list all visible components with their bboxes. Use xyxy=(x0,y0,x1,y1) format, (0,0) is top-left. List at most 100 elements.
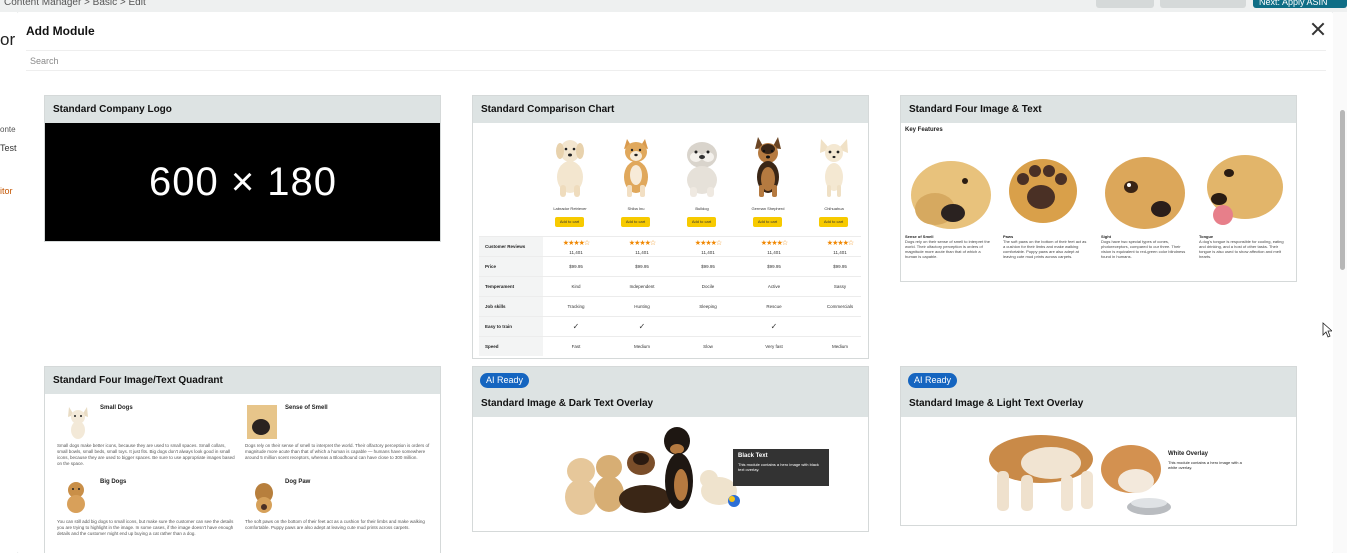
product-name: Chihuahua xyxy=(824,206,844,211)
check-icon: ✓ xyxy=(770,322,778,331)
card-header: Standard Four Image/Text Quadrant xyxy=(45,367,440,394)
speed-cell: Slow xyxy=(703,344,713,349)
comparison-row-temperament: Temperament Kind Independent Docile Acti… xyxy=(479,276,861,296)
module-card-four-image-text-quadrant[interactable]: Standard Four Image/Text Quadrant Small … xyxy=(44,366,441,553)
module-card-image-dark-text-overlay[interactable]: AI Ready Standard Image & Dark Text Over… xyxy=(472,366,869,532)
job-cell: Tracking xyxy=(567,304,585,309)
comparison-row-price: Price $99.95 $99.95 $99.95 $99.95 $99.95 xyxy=(479,256,861,276)
comparison-row-speed: Speed Fast Medium Slow Very fast Medium xyxy=(479,336,861,356)
add-module-modal: Add Module Standard Company Logo 600 × 1… xyxy=(17,12,1333,553)
overlay-text: This module contains a hero image with a… xyxy=(1168,460,1242,470)
comparison-row-easy-to-train: Easy to train ✓ ✓ ✓ xyxy=(479,316,861,336)
product-name: Bulldog xyxy=(695,206,709,211)
add-to-cart-button: Add to cart xyxy=(555,217,584,227)
module-card-four-image-text[interactable]: Standard Four Image & Text Key Features xyxy=(900,95,1297,282)
feature-caption: Paws The soft paws on the bottom of their… xyxy=(1003,234,1089,259)
job-cell: Hunting xyxy=(634,304,650,309)
row-label: Temperament xyxy=(479,277,543,296)
temperament-cell: Independent xyxy=(629,284,655,289)
background-fragment: onte xyxy=(0,125,16,134)
review-cell: ★★★★☆ 11,401 xyxy=(675,237,741,257)
speed-cell: Medium xyxy=(831,344,848,349)
module-card-image-light-text-overlay[interactable]: AI Ready Standard Image & Light Text Ove… xyxy=(900,366,1297,526)
close-icon[interactable] xyxy=(1309,20,1327,38)
background-left-panel: or onte Test itor xyxy=(0,12,17,553)
check-icon: ✓ xyxy=(572,322,580,331)
background-next-button: Next: Apply ASIN xyxy=(1253,0,1347,8)
light-text-overlay: White Overlay This module contains a her… xyxy=(1163,447,1253,477)
background-header: Content Manager > Basic > Edit Next: App… xyxy=(0,0,1347,12)
rating-stars: ★★★★☆ xyxy=(694,240,722,247)
quadrant-text: Small dogs make better icons, because th… xyxy=(57,443,235,466)
key-features-heading: Key Features xyxy=(905,127,943,133)
temperament-cell: Docile xyxy=(701,284,715,289)
feature-text: The soft paws on the bottom of their fee… xyxy=(1003,239,1087,259)
card-header: AI Ready Standard Image & Dark Text Over… xyxy=(473,367,868,417)
product-name: Shiba Inu xyxy=(627,206,645,211)
bulldog-hero-image xyxy=(989,435,1171,515)
overlay-text: This module contains a hero image with b… xyxy=(738,462,819,472)
feature-caption: Tongue A dog's tongue is responsible for … xyxy=(1199,234,1285,259)
quadrant-title: Big Dogs xyxy=(100,479,127,485)
add-to-cart-button: Add to cart xyxy=(621,217,650,227)
card-title: Standard Four Image/Text Quadrant xyxy=(53,375,223,386)
mouse-cursor-icon xyxy=(1322,322,1332,338)
row-label: Job skills xyxy=(479,297,543,316)
review-count: 11,401 xyxy=(767,250,781,255)
price-cell: $99.95 xyxy=(833,264,847,269)
small-dog-image xyxy=(68,407,88,439)
card-header: AI Ready Standard Image & Light Text Ove… xyxy=(901,367,1296,417)
feature-text: A dog's tongue is responsible for coolin… xyxy=(1199,239,1284,259)
modal-title: Add Module xyxy=(26,24,95,38)
price-cell: $99.95 xyxy=(635,264,649,269)
price-cell: $99.95 xyxy=(767,264,781,269)
speed-cell: Fast xyxy=(571,344,581,349)
comparison-row-job-skills: Job skills Tracking Hunting Sleeping Res… xyxy=(479,296,861,316)
feature-text: Dogs rely on their sense of smell to int… xyxy=(905,239,990,259)
review-count: 11,401 xyxy=(701,250,715,255)
temperament-cell: Kind xyxy=(571,284,581,289)
temperament-cell: Sassy xyxy=(833,284,847,289)
page-scrollbar[interactable] xyxy=(1340,110,1345,270)
rating-stars: ★★★★☆ xyxy=(562,240,590,247)
card-title: Standard Image & Light Text Overlay xyxy=(909,398,1084,409)
big-dog-image xyxy=(67,482,85,513)
product-name: German Shepherd xyxy=(751,206,785,211)
search-input[interactable] xyxy=(26,50,1326,71)
quadrant-title: Small Dogs xyxy=(100,405,133,411)
row-label: Speed xyxy=(479,337,543,356)
overlay-title: Black Text xyxy=(738,453,768,459)
review-cell: ★★★★☆ 11,401 xyxy=(609,237,675,257)
review-cell: ★★★★☆ 11,401 xyxy=(807,237,868,257)
rating-stars: ★★★★☆ xyxy=(628,240,656,247)
quadrant-text: You can still add big dogs to small icon… xyxy=(57,519,234,536)
card-title: Standard Comparison Chart xyxy=(481,104,615,115)
comparison-row-reviews: Customer Reviews ★★★★☆ 11,401 ★★★★☆ 11,401… xyxy=(479,236,861,257)
module-card-comparison-chart[interactable]: Standard Comparison Chart Labrador Retri… xyxy=(472,95,869,359)
card-header: Standard Four Image & Text xyxy=(901,96,1296,123)
review-count: 11,401 xyxy=(833,250,847,255)
background-fragment: Test xyxy=(0,143,17,153)
row-label: Easy to train xyxy=(479,317,543,336)
german-shepherd-image xyxy=(755,137,781,197)
card-header: Standard Comparison Chart xyxy=(473,96,868,123)
review-cell: ★★★★☆ 11,401 xyxy=(741,237,807,257)
quadrant-title: Dog Paw xyxy=(285,479,311,485)
background-fragment: or xyxy=(0,30,16,49)
chihuahua-image xyxy=(820,139,848,197)
dog-nose-image xyxy=(247,405,277,439)
quadrant-text: Dogs rely on their sense of smell to int… xyxy=(245,443,430,460)
feature-caption: Sight Dogs have two special types of cone… xyxy=(1101,234,1187,259)
temperament-cell: Active xyxy=(767,284,781,289)
price-cell: $99.95 xyxy=(701,264,715,269)
module-card-company-logo[interactable]: Standard Company Logo 600 × 180 xyxy=(44,95,441,242)
job-cell: Rescue xyxy=(766,304,782,309)
check-icon: ✓ xyxy=(638,322,646,331)
background-breadcrumb: Content Manager > Basic > Edit xyxy=(4,0,146,8)
review-count: 11,401 xyxy=(635,250,649,255)
speed-cell: Medium xyxy=(633,344,650,349)
logo-placeholder-image: 600 × 180 xyxy=(45,123,440,241)
quadrant-text: The soft paws on the bottom of their fee… xyxy=(245,519,425,530)
bulldog-image xyxy=(687,142,717,197)
row-label: Price xyxy=(479,257,543,276)
